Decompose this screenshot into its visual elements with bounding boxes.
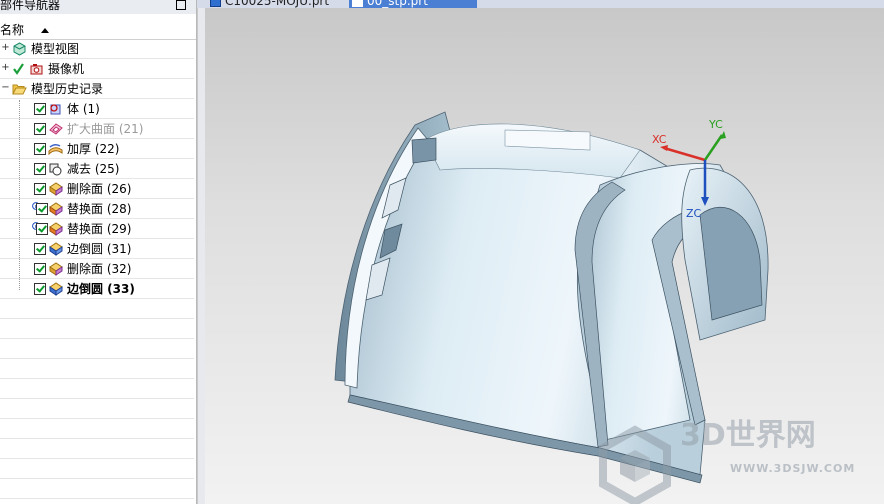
feature-label: 加厚 (22) [67, 142, 120, 156]
checkbox[interactable] [34, 283, 46, 295]
maximize-icon[interactable] [176, 0, 186, 10]
empty-row [0, 359, 194, 379]
edge-blend-icon [49, 282, 63, 296]
tree-node-label: 模型视图 [31, 42, 80, 56]
y-axis-arrow [703, 134, 724, 161]
feature-label: 边倒圆 (31) [67, 242, 132, 256]
feature-label: 体 (1) [67, 102, 100, 116]
feature-row[interactable]: 删除面 (26) [0, 179, 194, 199]
part-navigator-panel: 部件导航器 名称 + 模型视图 + 摄像机 − 模型历史记录 体 (1) 扩大曲… [0, 0, 197, 504]
feature-label: 删除面 (26) [67, 182, 132, 196]
watermark-url: WWW.3DSJW.COM [730, 462, 856, 475]
checkbox[interactable] [34, 103, 46, 115]
feature-label: 替换面 (29) [67, 222, 132, 236]
delete-face-icon [49, 262, 63, 276]
tree-node-model-history[interactable]: − 模型历史记录 [0, 79, 194, 99]
thicken-icon [48, 143, 63, 156]
folder-open-icon [12, 84, 27, 95]
feature-row[interactable]: 替换面 (29) [0, 219, 194, 239]
camera-icon [30, 64, 43, 75]
feature-row[interactable]: 减去 (25) [0, 159, 194, 179]
feature-label: 扩大曲面 (21) [67, 122, 144, 136]
body-icon [50, 104, 61, 115]
x-axis-arrow [663, 146, 706, 162]
z-axis-label: ZC [686, 207, 702, 220]
empty-row [0, 299, 194, 319]
replace-face-icon [49, 222, 63, 236]
feature-row-current[interactable]: 边倒圆 (33) [0, 279, 194, 299]
visible-check-icon [13, 63, 24, 75]
enlarge-surface-icon [49, 123, 63, 135]
feature-label: 替换面 (28) [67, 202, 132, 216]
part-file-icon [352, 0, 363, 7]
empty-row [0, 319, 194, 339]
checkbox[interactable] [34, 183, 46, 195]
empty-row [0, 439, 194, 459]
expand-icon[interactable]: + [1, 43, 10, 53]
feature-row[interactable]: 加厚 (22) [0, 139, 194, 159]
tree-node-model-views[interactable]: + 模型视图 [0, 39, 194, 59]
delete-face-icon [49, 182, 63, 196]
edge-blend-icon [49, 242, 63, 256]
navigator-title-bar: 部件导航器 [0, 0, 196, 14]
replace-face-icon [49, 202, 63, 216]
tab-c10025-moju[interactable]: C10025-MOJU.prt [207, 0, 355, 8]
watermark-text: 3D世界网 [680, 418, 816, 453]
graphics-viewport[interactable]: XC YC ZC 3D世界网 WWW.3DSJW.COM [205, 8, 884, 504]
empty-row [0, 459, 194, 479]
subtract-icon [49, 163, 62, 176]
feature-row[interactable]: 体 (1) [0, 99, 194, 119]
feature-label: 删除面 (32) [67, 262, 132, 276]
feature-label: 边倒圆 (33) [67, 282, 135, 296]
empty-row [0, 399, 194, 419]
feature-row[interactable]: 删除面 (32) [0, 259, 194, 279]
checkbox[interactable] [34, 243, 46, 255]
column-header-name[interactable]: 名称 [0, 21, 196, 40]
expand-icon[interactable]: + [1, 63, 10, 73]
checkbox[interactable] [34, 163, 46, 175]
sort-ascending-icon [41, 28, 49, 33]
tab-00-stp[interactable]: 00_stp.prt [349, 0, 477, 8]
empty-row [0, 479, 194, 499]
checkbox[interactable] [34, 123, 46, 135]
checkbox[interactable] [34, 263, 46, 275]
tree-node-label: 模型历史记录 [31, 82, 104, 96]
empty-row [0, 339, 194, 359]
part-file-icon [210, 0, 221, 7]
column-header-label: 名称 [0, 23, 25, 37]
feature-row[interactable]: 边倒圆 (31) [0, 239, 194, 259]
tab-label: 00_stp.prt [367, 0, 428, 8]
tab-label: C10025-MOJU.prt [225, 0, 330, 8]
empty-row [0, 419, 194, 439]
checkbox[interactable] [34, 143, 46, 155]
navigator-title: 部件导航器 [0, 0, 61, 12]
x-axis-label: XC [652, 133, 667, 146]
checkbox[interactable] [36, 203, 48, 215]
feature-row[interactable]: 替换面 (28) [0, 199, 194, 219]
document-tab-bar: C10025-MOJU.prt 00_stp.prt [197, 0, 884, 8]
collapse-icon[interactable]: − [1, 83, 10, 93]
empty-row [0, 379, 194, 399]
y-axis-label: YC [709, 118, 723, 131]
feature-row[interactable]: 扩大曲面 (21) [0, 119, 194, 139]
tree-node-label: 摄像机 [48, 62, 85, 76]
model-views-icon [13, 42, 26, 56]
feature-label: 减去 (25) [67, 162, 120, 176]
checkbox[interactable] [36, 223, 48, 235]
tree-node-camera[interactable]: + 摄像机 [0, 59, 194, 79]
